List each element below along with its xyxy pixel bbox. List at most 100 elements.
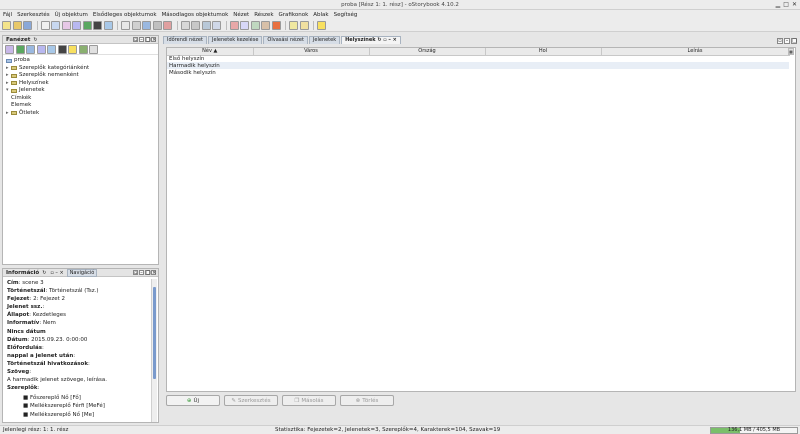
minimize-icon[interactable]: ▁ — [776, 1, 781, 9]
ideas-icon[interactable] — [229, 20, 239, 30]
float-icon[interactable]: ▫ – × — [50, 270, 63, 276]
float-panel-icon[interactable]: ▫ — [777, 38, 783, 44]
tree-item-root[interactable]: proba — [6, 57, 158, 65]
float-icon[interactable]: ▫ — [133, 37, 138, 43]
maximize-panel-icon[interactable]: □ — [145, 37, 151, 43]
column-header-where[interactable]: Hol — [485, 48, 602, 56]
info-icon[interactable] — [271, 20, 281, 30]
tab-locations[interactable]: Helyszínek ↻ ▫ – × — [341, 36, 401, 44]
locations-table-panel: Név ▲ Város Ország Hol Leírás Első helys… — [166, 47, 796, 392]
memory-bar[interactable]: 136,1 MB / 405,5 MB — [710, 427, 798, 434]
info-panel-title[interactable]: Információ — [6, 270, 39, 276]
close-icon[interactable]: ✕ — [792, 1, 797, 9]
tag-icon[interactable] — [103, 20, 113, 30]
column-chooser-icon[interactable]: ▦ — [788, 48, 794, 55]
tree-tag-icon[interactable] — [47, 44, 56, 54]
lightbulb-icon[interactable] — [317, 20, 326, 30]
document-icon[interactable] — [40, 20, 50, 30]
float-panel-icon[interactable]: ▫ — [133, 270, 138, 276]
close-panel-icon[interactable]: × — [151, 37, 156, 43]
menu-help[interactable]: Segítség — [334, 12, 358, 18]
tree-item-items[interactable]: Elemek — [6, 102, 158, 110]
chrono-view-icon[interactable] — [121, 20, 130, 30]
next-icon[interactable] — [299, 20, 309, 30]
tab-scenes[interactable]: Jelenetek — [308, 36, 341, 44]
minimize-panel-icon[interactable]: – — [139, 37, 144, 43]
column-header-description[interactable]: Leírás — [601, 48, 790, 56]
tree-item-scenes[interactable]: ▾ Jelenetek — [6, 87, 158, 95]
menu-secondary-objects[interactable]: Másodlagos objektumok — [162, 12, 229, 18]
refresh-icon[interactable]: ↻ — [42, 270, 46, 276]
menu-window[interactable]: Ablak — [313, 12, 328, 18]
tree-item-locations[interactable]: ▸ Helyszínek — [6, 80, 158, 88]
tab-navigation[interactable]: Navigáció — [66, 268, 98, 277]
tree-item-characters-by-gender[interactable]: ▸ Szereplők nemenként — [6, 72, 158, 80]
menu-file[interactable]: Fájl — [3, 12, 12, 18]
manage-view-icon[interactable] — [142, 20, 151, 30]
chapters-table-icon[interactable] — [191, 20, 200, 30]
tree-character-icon[interactable] — [15, 44, 25, 54]
tree-item-characters-by-category[interactable]: ▸ Szereplők kategóriánként — [6, 65, 158, 73]
close-panel-icon[interactable]: × — [151, 270, 156, 276]
print-icon[interactable] — [250, 20, 260, 30]
menu-charts[interactable]: Grafikonok — [279, 12, 309, 18]
maximize-panel-icon[interactable]: □ — [145, 270, 151, 276]
minimize-panel-icon[interactable]: – — [784, 38, 790, 44]
info-scrollbar[interactable] — [151, 279, 157, 422]
tree-item-ideas[interactable]: ▸ Ötletek — [6, 110, 158, 118]
menu-parts[interactable]: Részek — [254, 12, 273, 18]
character-icon[interactable] — [82, 20, 92, 30]
prev-icon[interactable] — [289, 20, 298, 30]
tree-expand-icon[interactable] — [78, 44, 88, 54]
menu-new-object[interactable]: Új objektum — [55, 12, 88, 18]
menu-primary-objects[interactable]: Elsődleges objektumok — [93, 12, 157, 18]
new-file-icon[interactable] — [2, 20, 11, 30]
column-header-country[interactable]: Ország — [369, 48, 486, 56]
menu-view[interactable]: Nézet — [233, 12, 249, 18]
info-row: Történetszál: Történetszál (Tsz.) — [7, 288, 99, 295]
refresh-icon[interactable]: ↻ — [377, 37, 381, 43]
menu-edit[interactable]: Szerkesztés — [17, 12, 50, 18]
column-header-name[interactable]: Név ▲ — [167, 48, 254, 56]
copy-button[interactable]: ❐ Másolás — [282, 395, 336, 406]
table-row[interactable]: Második helyszín — [167, 69, 789, 76]
delete-button[interactable]: ⊗ Törlés — [340, 395, 394, 406]
tab-reading-view[interactable]: Olvasási nézet — [263, 36, 308, 44]
new-button[interactable]: ⊕ Új — [166, 395, 220, 406]
scenes-table-icon[interactable] — [180, 20, 190, 30]
chapter-icon[interactable] — [61, 20, 71, 30]
tab-controls-icon[interactable]: ▫ – × — [383, 37, 397, 43]
notes-icon[interactable] — [240, 20, 249, 30]
filter-icon[interactable] — [5, 44, 14, 54]
copy-icon: ❐ — [294, 397, 300, 404]
table-row[interactable]: Első helyszín — [167, 55, 789, 62]
scene-icon[interactable] — [72, 20, 81, 30]
locations-table-icon[interactable] — [201, 20, 211, 30]
tree-idea-icon[interactable] — [68, 44, 77, 54]
table-header-row: Név ▲ Város Ország Hol Leírás — [167, 48, 790, 56]
save-icon[interactable] — [23, 20, 32, 30]
column-header-city[interactable]: Város — [253, 48, 370, 56]
open-folder-icon[interactable] — [12, 20, 22, 30]
book-view-icon[interactable] — [131, 20, 141, 30]
tab-manage-scenes[interactable]: Jelenetek kezelése — [207, 36, 263, 44]
maximize-icon[interactable]: □ — [783, 1, 789, 9]
tab-chrono-view[interactable]: Időrendi nézet — [163, 36, 207, 44]
export-icon[interactable] — [261, 20, 270, 30]
part-icon[interactable] — [51, 20, 60, 30]
memoria-icon[interactable] — [163, 20, 172, 30]
edit-button[interactable]: ✎ Szerkesztés — [224, 395, 278, 406]
tree-location-icon[interactable] — [26, 44, 35, 54]
tree-scene-icon[interactable] — [36, 44, 46, 54]
item-icon[interactable] — [93, 20, 102, 30]
tree-item-tags[interactable]: Címkék — [6, 95, 158, 103]
table-row[interactable]: Harmadik helyszín — [167, 62, 789, 69]
scrollbar-thumb[interactable] — [153, 287, 156, 379]
tree-collapse-icon[interactable] — [89, 44, 98, 54]
strands-table-icon[interactable] — [212, 20, 221, 30]
maximize-panel-icon[interactable]: □ — [791, 38, 797, 44]
reading-view-icon[interactable] — [152, 20, 162, 30]
minimize-panel-icon[interactable]: – — [139, 270, 144, 276]
tree-item-icon[interactable] — [57, 44, 67, 54]
refresh-icon[interactable]: ↻ — [33, 37, 37, 43]
